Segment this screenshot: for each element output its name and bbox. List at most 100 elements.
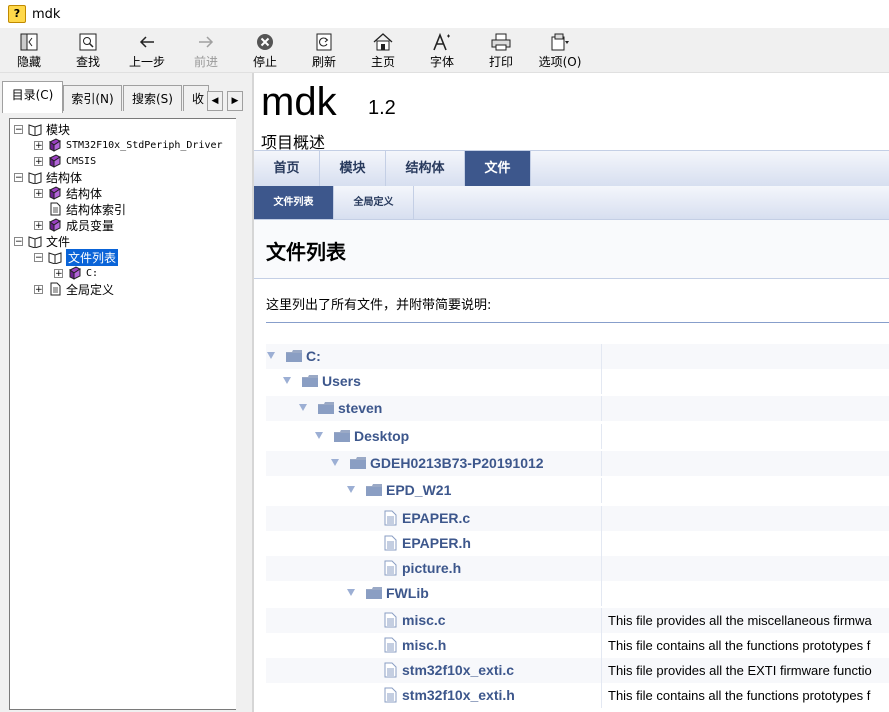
table-row: Desktop xyxy=(266,424,889,449)
tab-contents[interactable]: 目录(C) xyxy=(2,81,63,113)
expand-icon[interactable]: + xyxy=(34,284,43,294)
back-button[interactable]: 上一步 xyxy=(122,30,172,70)
help-app-icon: ? xyxy=(8,5,26,23)
collapse-icon[interactable]: − xyxy=(34,252,43,262)
find-button[interactable]: 查找 xyxy=(63,30,113,70)
expand-icon[interactable]: + xyxy=(54,268,63,278)
file-link[interactable]: misc.c xyxy=(402,608,446,633)
file-link[interactable]: Desktop xyxy=(354,424,409,449)
page-header: 文件列表 xyxy=(254,220,889,279)
tab-search[interactable]: 搜索(S) xyxy=(123,85,182,111)
file-link[interactable]: FWLib xyxy=(386,581,429,606)
tree-scrollbar[interactable] xyxy=(236,118,250,710)
tree-item[interactable]: + 结构体 xyxy=(34,185,102,201)
tab-scroll-left-icon[interactable]: ◀ xyxy=(207,91,223,111)
stop-icon xyxy=(257,34,273,50)
contents-tree: − 模块 + STM32F10x_StdPeriph_Driver + CMSI… xyxy=(9,118,237,710)
home-button[interactable]: 主页 xyxy=(358,30,408,70)
book-icon xyxy=(49,186,61,200)
expand-arrow-icon[interactable] xyxy=(347,589,355,596)
stop-button[interactable]: 停止 xyxy=(240,30,290,70)
file-link[interactable]: stm32f10x_exti.h xyxy=(402,683,515,708)
tab-scroll-right-icon[interactable]: ▶ xyxy=(227,91,243,111)
open-book-icon xyxy=(48,252,62,264)
table-row: misc.h This file contains all the functi… xyxy=(266,633,889,658)
forward-button[interactable]: 前进 xyxy=(181,30,231,70)
expand-arrow-icon[interactable] xyxy=(315,432,323,439)
tab-favorites[interactable]: 收 xyxy=(183,85,209,111)
expand-icon[interactable]: + xyxy=(34,140,43,150)
expand-arrow-icon[interactable] xyxy=(299,404,307,411)
tree-item[interactable]: 结构体索引 xyxy=(48,201,126,217)
divider xyxy=(266,322,889,323)
font-button[interactable]: 字体 xyxy=(417,30,467,70)
tree-item[interactable]: + C: xyxy=(54,265,98,281)
tree-item[interactable]: + 全局定义 xyxy=(34,281,114,297)
tree-item[interactable]: + CMSIS xyxy=(34,153,96,169)
file-description: This file provides all the miscellaneous… xyxy=(608,613,872,628)
folder-icon xyxy=(366,484,382,496)
options-button[interactable]: 选项(O) xyxy=(535,30,585,70)
table-row: picture.h xyxy=(266,556,889,581)
file-icon xyxy=(384,560,397,576)
tree-item[interactable]: + 成员变量 xyxy=(34,217,114,233)
collapse-icon[interactable]: − xyxy=(14,172,23,182)
file-link[interactable]: picture.h xyxy=(402,556,461,581)
expand-arrow-icon[interactable] xyxy=(331,459,339,466)
tree-item[interactable]: − 文件 xyxy=(14,233,70,249)
page-title: 文件列表 xyxy=(266,240,346,264)
tab-structs[interactable]: 结构体 xyxy=(386,151,465,186)
book-icon xyxy=(49,138,61,152)
file-link[interactable]: EPAPER.c xyxy=(402,506,470,531)
expand-icon[interactable]: + xyxy=(34,156,43,166)
tab-files[interactable]: 文件 xyxy=(465,151,531,186)
book-icon xyxy=(49,218,61,232)
tab-index[interactable]: 索引(N) xyxy=(63,85,122,111)
file-link[interactable]: GDEH0213B73-P20191012 xyxy=(370,451,544,476)
folder-icon xyxy=(302,375,318,387)
tab-modules[interactable]: 模块 xyxy=(320,151,386,186)
page-description: 这里列出了所有文件，并附带简要说明: xyxy=(266,298,492,313)
tree-item[interactable]: + STM32F10x_StdPeriph_Driver xyxy=(34,137,223,153)
file-link[interactable]: EPD_W21 xyxy=(386,478,451,503)
tree-item[interactable]: − 结构体 xyxy=(14,169,82,185)
tree-item-selected[interactable]: − 文件列表 xyxy=(34,248,119,266)
table-row: EPAPER.h xyxy=(266,531,889,556)
tab-globals[interactable]: 全局定义 xyxy=(334,186,414,219)
main-nav-tabs: 首页 模块 结构体 文件 xyxy=(254,150,889,187)
file-link[interactable]: EPAPER.h xyxy=(402,531,471,556)
file-icon xyxy=(384,637,397,653)
hide-button[interactable]: 隐藏 xyxy=(4,30,54,70)
file-icon xyxy=(384,535,397,551)
collapse-icon[interactable]: − xyxy=(14,236,23,246)
home-icon xyxy=(373,33,393,51)
file-link[interactable]: Users xyxy=(322,369,361,394)
tree-item[interactable]: − 模块 xyxy=(14,121,70,137)
table-row: stm32f10x_exti.h This file contains all … xyxy=(266,683,889,708)
print-button[interactable]: 打印 xyxy=(476,30,526,70)
expand-icon[interactable]: + xyxy=(34,188,43,198)
expand-arrow-icon[interactable] xyxy=(347,486,355,493)
file-link[interactable]: stm32f10x_exti.c xyxy=(402,658,514,683)
table-row: stm32f10x_exti.c This file provides all … xyxy=(266,658,889,683)
table-row: EPAPER.c xyxy=(266,506,889,531)
file-link[interactable]: steven xyxy=(338,396,382,421)
refresh-button[interactable]: 刷新 xyxy=(299,30,349,70)
tab-file-list[interactable]: 文件列表 xyxy=(254,186,334,219)
project-name: mdk xyxy=(261,80,337,124)
expand-arrow-icon[interactable] xyxy=(283,377,291,384)
open-book-icon xyxy=(28,124,42,136)
expand-icon[interactable]: + xyxy=(34,220,43,230)
file-description: This file contains all the functions pro… xyxy=(608,638,871,653)
collapse-icon[interactable]: − xyxy=(14,124,23,134)
tab-home[interactable]: 首页 xyxy=(254,151,320,186)
file-link[interactable]: C: xyxy=(306,344,321,369)
folder-icon xyxy=(286,350,302,362)
window-title: mdk xyxy=(32,6,61,22)
printer-icon xyxy=(491,33,511,51)
refresh-icon xyxy=(316,33,332,51)
folder-icon xyxy=(334,430,350,442)
file-link[interactable]: misc.h xyxy=(402,633,446,658)
table-row: C: xyxy=(266,344,889,369)
expand-arrow-icon[interactable] xyxy=(267,352,275,359)
